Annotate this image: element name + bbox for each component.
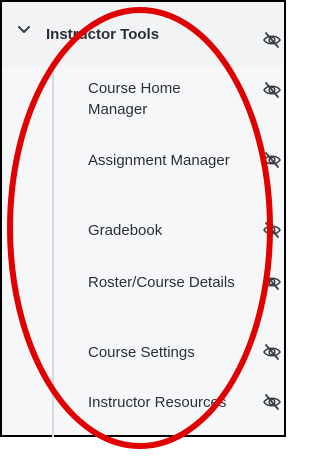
eye-off-icon[interactable] [262, 220, 282, 240]
instructor-tools-section-header[interactable]: Instructor Tools [2, 2, 284, 66]
eye-off-icon[interactable] [262, 342, 282, 362]
nav-item-gradebook[interactable]: Gradebook [88, 220, 162, 241]
nav-item-assignment-manager[interactable]: Assignment Manager [88, 150, 238, 171]
nav-item-roster-course-details[interactable]: Roster/Course Details [88, 272, 238, 293]
eye-off-icon[interactable] [262, 150, 282, 170]
nav-item-course-home-manager[interactable]: Course Home Manager [88, 78, 238, 120]
nav-item-course-settings[interactable]: Course Settings [88, 342, 195, 363]
section-title: Instructor Tools [46, 26, 160, 43]
nav-item-instructor-resources[interactable]: Instructor Resources [88, 392, 238, 413]
eye-off-icon[interactable] [262, 80, 282, 100]
eye-off-icon[interactable] [262, 272, 282, 292]
eye-off-icon[interactable] [262, 392, 282, 412]
instructor-tools-panel: Instructor Tools Course Home Manager Ass… [0, 0, 286, 437]
nested-list-rail [52, 72, 54, 437]
eye-off-icon[interactable] [262, 30, 282, 50]
chevron-down-icon[interactable] [16, 22, 32, 38]
